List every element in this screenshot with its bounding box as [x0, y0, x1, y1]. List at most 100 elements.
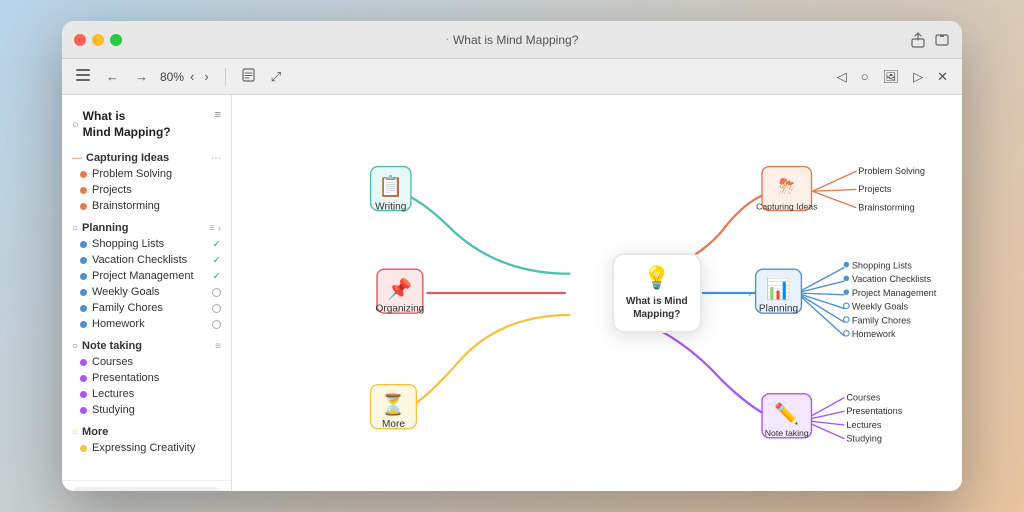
section-label-planning: Planning — [82, 222, 128, 234]
section-label-more: More — [82, 426, 108, 438]
item-dot — [80, 241, 87, 248]
list-item[interactable]: Courses — [62, 354, 231, 370]
share-icon[interactable] — [910, 32, 926, 48]
item-checkmark: ✓ — [213, 239, 221, 250]
close-x-button[interactable]: ✕ — [933, 67, 952, 87]
list-item[interactable]: Problem Solving — [62, 166, 231, 182]
back-button[interactable]: ← — [102, 67, 123, 86]
section-action-planning-1[interactable]: ≡ — [209, 223, 215, 234]
window-title-area: · What is Mind Mapping? — [446, 33, 579, 47]
svg-text:📋: 📋 — [378, 174, 403, 198]
svg-text:Presentations: Presentations — [846, 406, 902, 416]
sidebar-section-notetaking: ○ Note taking ≡ Courses Presentations — [62, 336, 231, 418]
list-item[interactable]: Brainstorming — [62, 198, 231, 214]
item-dot — [80, 203, 87, 210]
list-item[interactable]: Weekly Goals — [62, 284, 231, 300]
center-node[interactable]: 💡 What is Mind Mapping? — [612, 253, 702, 333]
item-label: Homework — [92, 318, 145, 330]
fullscreen-icon[interactable] — [934, 32, 950, 48]
list-item[interactable]: Shopping Lists ✓ — [62, 236, 231, 252]
canvas-area[interactable]: 📋 Writing ⛈ Capturing Ideas 📌 Organizing… — [232, 95, 962, 491]
nav-circle-button[interactable]: ○ — [857, 67, 873, 87]
item-label: Courses — [92, 356, 133, 368]
list-item[interactable]: Vacation Checklists ✓ — [62, 252, 231, 268]
minimize-button[interactable] — [92, 34, 104, 46]
svg-text:Note taking: Note taking — [765, 428, 809, 438]
item-label: Studying — [92, 404, 135, 416]
titlebar-right — [910, 32, 950, 48]
svg-text:Studying: Studying — [846, 434, 882, 444]
list-item[interactable]: Family Chores — [62, 300, 231, 316]
title-dot: · — [446, 34, 449, 45]
item-label: Presentations — [92, 372, 159, 384]
sidebar-section-more: ○ More Expressing Creativity — [62, 422, 231, 456]
content-area: ○ What isMind Mapping? ≡ — Capturing Ide… — [62, 95, 962, 491]
section-label-capturing: Capturing Ideas — [86, 152, 169, 164]
svg-text:Projects: Projects — [858, 184, 891, 194]
section-collapse-planning[interactable]: ○ — [72, 223, 78, 234]
item-dot — [80, 273, 87, 280]
filter-input[interactable] — [90, 490, 203, 491]
window-title: What is Mind Mapping? — [453, 33, 578, 47]
list-item[interactable]: Expressing Creativity — [62, 440, 231, 456]
svg-text:⏳: ⏳ — [381, 392, 406, 416]
zoom-decrease-button[interactable]: ‹ — [186, 67, 198, 86]
list-item[interactable]: Lectures — [62, 386, 231, 402]
item-dot — [80, 321, 87, 328]
item-empty-circle — [212, 288, 221, 297]
main-window: · What is Mind Mapping? ← → 80% — [62, 21, 962, 491]
svg-text:Organizing: Organizing — [376, 303, 425, 314]
sidebar-menu-icon[interactable]: ≡ — [215, 109, 221, 121]
list-item[interactable]: Homework — [62, 316, 231, 332]
item-label: Weekly Goals — [92, 286, 160, 298]
svg-text:Courses: Courses — [846, 392, 881, 402]
item-label: Shopping Lists — [92, 238, 164, 250]
section-collapse-more[interactable]: ○ — [72, 427, 78, 438]
svg-text:⛈: ⛈ — [779, 176, 795, 198]
toolbar-right-controls: ◁ ○ 🖼 ▷ ✕ — [833, 67, 952, 87]
nav-left-button[interactable]: ◁ — [833, 67, 851, 87]
section-label-notetaking: Note taking — [82, 340, 142, 352]
item-checkmark: ✓ — [213, 255, 221, 266]
close-button[interactable] — [74, 34, 86, 46]
doc-button[interactable] — [238, 66, 259, 87]
svg-text:Problem Solving: Problem Solving — [858, 166, 925, 176]
sidebar-toggle-button[interactable] — [72, 67, 94, 86]
center-node-icon: 💡 — [643, 265, 670, 291]
expand-button[interactable]: ⤢ — [267, 67, 285, 87]
item-label: Expressing Creativity — [92, 442, 195, 454]
zoom-value: 80% — [160, 70, 184, 84]
sidebar-header: ○ What isMind Mapping? ≡ — [62, 103, 231, 144]
sidebar-section-capturing: — Capturing Ideas ⋯ Problem Solving Proj… — [62, 148, 231, 214]
svg-text:Writing: Writing — [375, 202, 406, 213]
zoom-increase-button[interactable]: › — [200, 67, 212, 86]
section-action-notetaking-1[interactable]: ≡ — [215, 341, 221, 352]
svg-text:Weekly Goals: Weekly Goals — [852, 302, 909, 312]
svg-text:📊: 📊 — [766, 277, 791, 301]
svg-text:Project Management: Project Management — [852, 288, 937, 298]
image-button[interactable]: 🖼 — [879, 67, 904, 87]
section-header-more: ○ More — [62, 422, 231, 440]
svg-text:Shopping Lists: Shopping Lists — [852, 260, 912, 270]
sidebar-section-planning: ○ Planning ≡ › Shopping Lists ✓ Vacation… — [62, 218, 231, 332]
list-item[interactable]: Project Management ✓ — [62, 268, 231, 284]
list-item[interactable]: Studying — [62, 402, 231, 418]
maximize-button[interactable] — [110, 34, 122, 46]
svg-text:More: More — [382, 419, 405, 430]
section-collapse-capturing[interactable]: — — [72, 153, 82, 164]
list-item[interactable]: Presentations — [62, 370, 231, 386]
list-item[interactable]: Projects — [62, 182, 231, 198]
search-box[interactable] — [72, 487, 221, 491]
nav-right-button[interactable]: ▷ — [909, 67, 927, 87]
sidebar: ○ What isMind Mapping? ≡ — Capturing Ide… — [62, 95, 232, 491]
section-header-planning: ○ Planning ≡ › — [62, 218, 231, 236]
svg-text:Brainstorming: Brainstorming — [858, 203, 915, 213]
section-action-capturing-1[interactable]: ⋯ — [211, 153, 221, 164]
sidebar-collapse-icon[interactable]: ○ — [72, 119, 79, 131]
section-collapse-notetaking[interactable]: ○ — [72, 341, 78, 352]
item-checkmark: ✓ — [213, 271, 221, 282]
toolbar: ← → 80% ‹ › ⤢ ◁ ○ 🖼 ▷ ✕ — [62, 59, 962, 95]
section-action-planning-2[interactable]: › — [218, 223, 221, 234]
item-dot — [80, 171, 87, 178]
forward-button[interactable]: → — [131, 67, 152, 86]
